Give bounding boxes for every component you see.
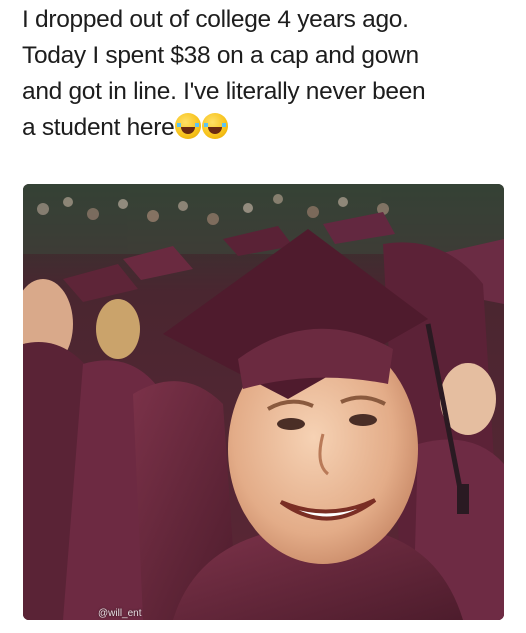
graduation-selfie-photo: @will_ent — [23, 184, 504, 620]
laughing-emoji-icon — [175, 113, 202, 139]
meme-caption: I dropped out of college 4 years ago. To… — [22, 2, 517, 146]
watermark-text: @will_ent — [98, 608, 142, 619]
laughing-emoji-icon — [202, 113, 229, 139]
caption-line-2: Today I spent $38 on a cap and gown — [22, 42, 419, 69]
photo-illustration — [23, 184, 504, 620]
caption-line-4-text: a student here — [22, 114, 175, 141]
caption-line-3: and got in line. I've literally never be… — [22, 78, 426, 105]
caption-line-4: a student here — [22, 110, 517, 146]
caption-line-1: I dropped out of college 4 years ago. — [22, 6, 409, 33]
